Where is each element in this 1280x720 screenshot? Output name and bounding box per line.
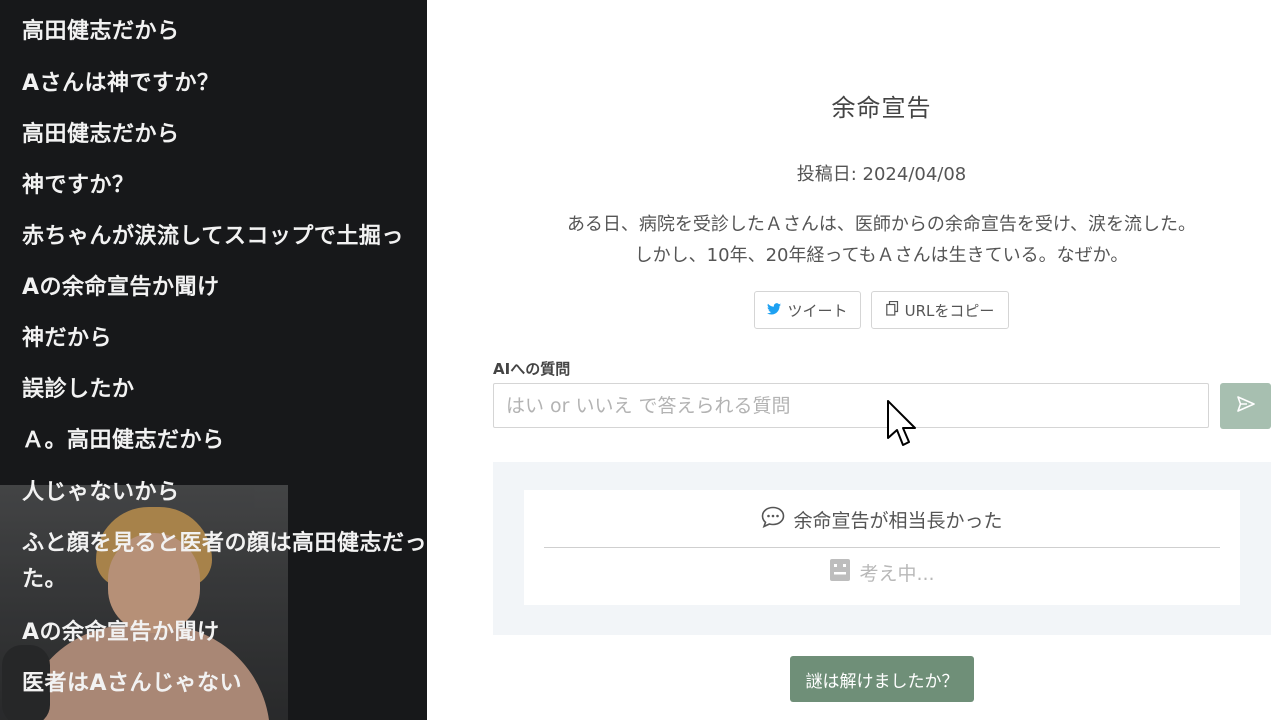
question-input[interactable]	[493, 383, 1209, 428]
robot-icon	[829, 558, 851, 587]
chat-message: ふと顔を見ると医者の顔は高田健志だった。	[22, 531, 427, 592]
twitter-icon	[767, 301, 782, 319]
chat-message: Aさんは神ですか？	[22, 71, 220, 96]
chat-message: 神だから	[22, 326, 113, 351]
page-title: 余命宣告	[831, 94, 932, 122]
answer-status: 考え中...	[524, 558, 1240, 587]
chat-message: 人じゃないから	[22, 480, 180, 505]
post-date: 投稿日: 2024/04/08	[796, 164, 967, 185]
story-text: ある日、病院を受診したＡさんは、医師からの余命宣告を受け、涙を流した。 しかし、…	[427, 209, 1280, 271]
send-button[interactable]	[1220, 383, 1271, 429]
thinking-text: 考え中...	[859, 563, 935, 585]
chat-message: 高田健志だから	[22, 122, 180, 147]
mouse-cursor-icon	[887, 400, 919, 452]
tweet-button[interactable]: ツイート	[754, 291, 861, 329]
chat-message: 医者はAさんじゃない	[22, 671, 243, 696]
divider	[544, 547, 1220, 548]
asked-question: 余命宣告が相当長かった	[524, 506, 1240, 533]
asked-question-text: 余命宣告が相当長かった	[793, 510, 1003, 532]
question-label: AIへの質問	[493, 360, 571, 378]
chat-message: Ａ。高田健志だから	[22, 428, 225, 453]
chat-message: Aの余命宣告か聞け	[22, 275, 220, 300]
chat-message: Aの余命宣告か聞け	[22, 620, 220, 645]
riddle-page: 余命宣告 投稿日: 2024/04/08 ある日、病院を受診したＡさんは、医師か…	[427, 0, 1280, 720]
story-line: ある日、病院を受診したＡさんは、医師からの余命宣告を受け、涙を流した。	[566, 214, 1197, 235]
answer-card: 余命宣告が相当長かった 考え中...	[524, 490, 1240, 605]
chat-message: 赤ちゃんが涙流してスコップで土掘っ	[22, 224, 404, 249]
chat-message: 神ですか？	[22, 173, 135, 198]
solved-button[interactable]: 謎は解けましたか？	[790, 656, 974, 702]
send-icon	[1236, 396, 1255, 416]
copy-url-button[interactable]: URLをコピー	[871, 291, 1009, 329]
tweet-label: ツイート	[787, 301, 848, 320]
share-buttons: ツイート URLをコピー	[754, 291, 1009, 329]
copy-url-label: URLをコピー	[904, 301, 995, 320]
story-line: しかし、10年、20年経ってもＡさんは生きている。なぜか。	[634, 245, 1129, 266]
chat-message: 高田健志だから	[22, 19, 180, 44]
chat-bubble-icon	[761, 506, 785, 533]
chat-message: 誤診したか	[22, 377, 135, 402]
chat-panel: 高田健志だから Aさんは神ですか？ 高田健志だから 神ですか？ 赤ちゃんが涙流し…	[0, 0, 427, 720]
copy-icon	[885, 300, 899, 320]
answer-area: 余命宣告が相当長かった 考え中...	[493, 462, 1271, 635]
